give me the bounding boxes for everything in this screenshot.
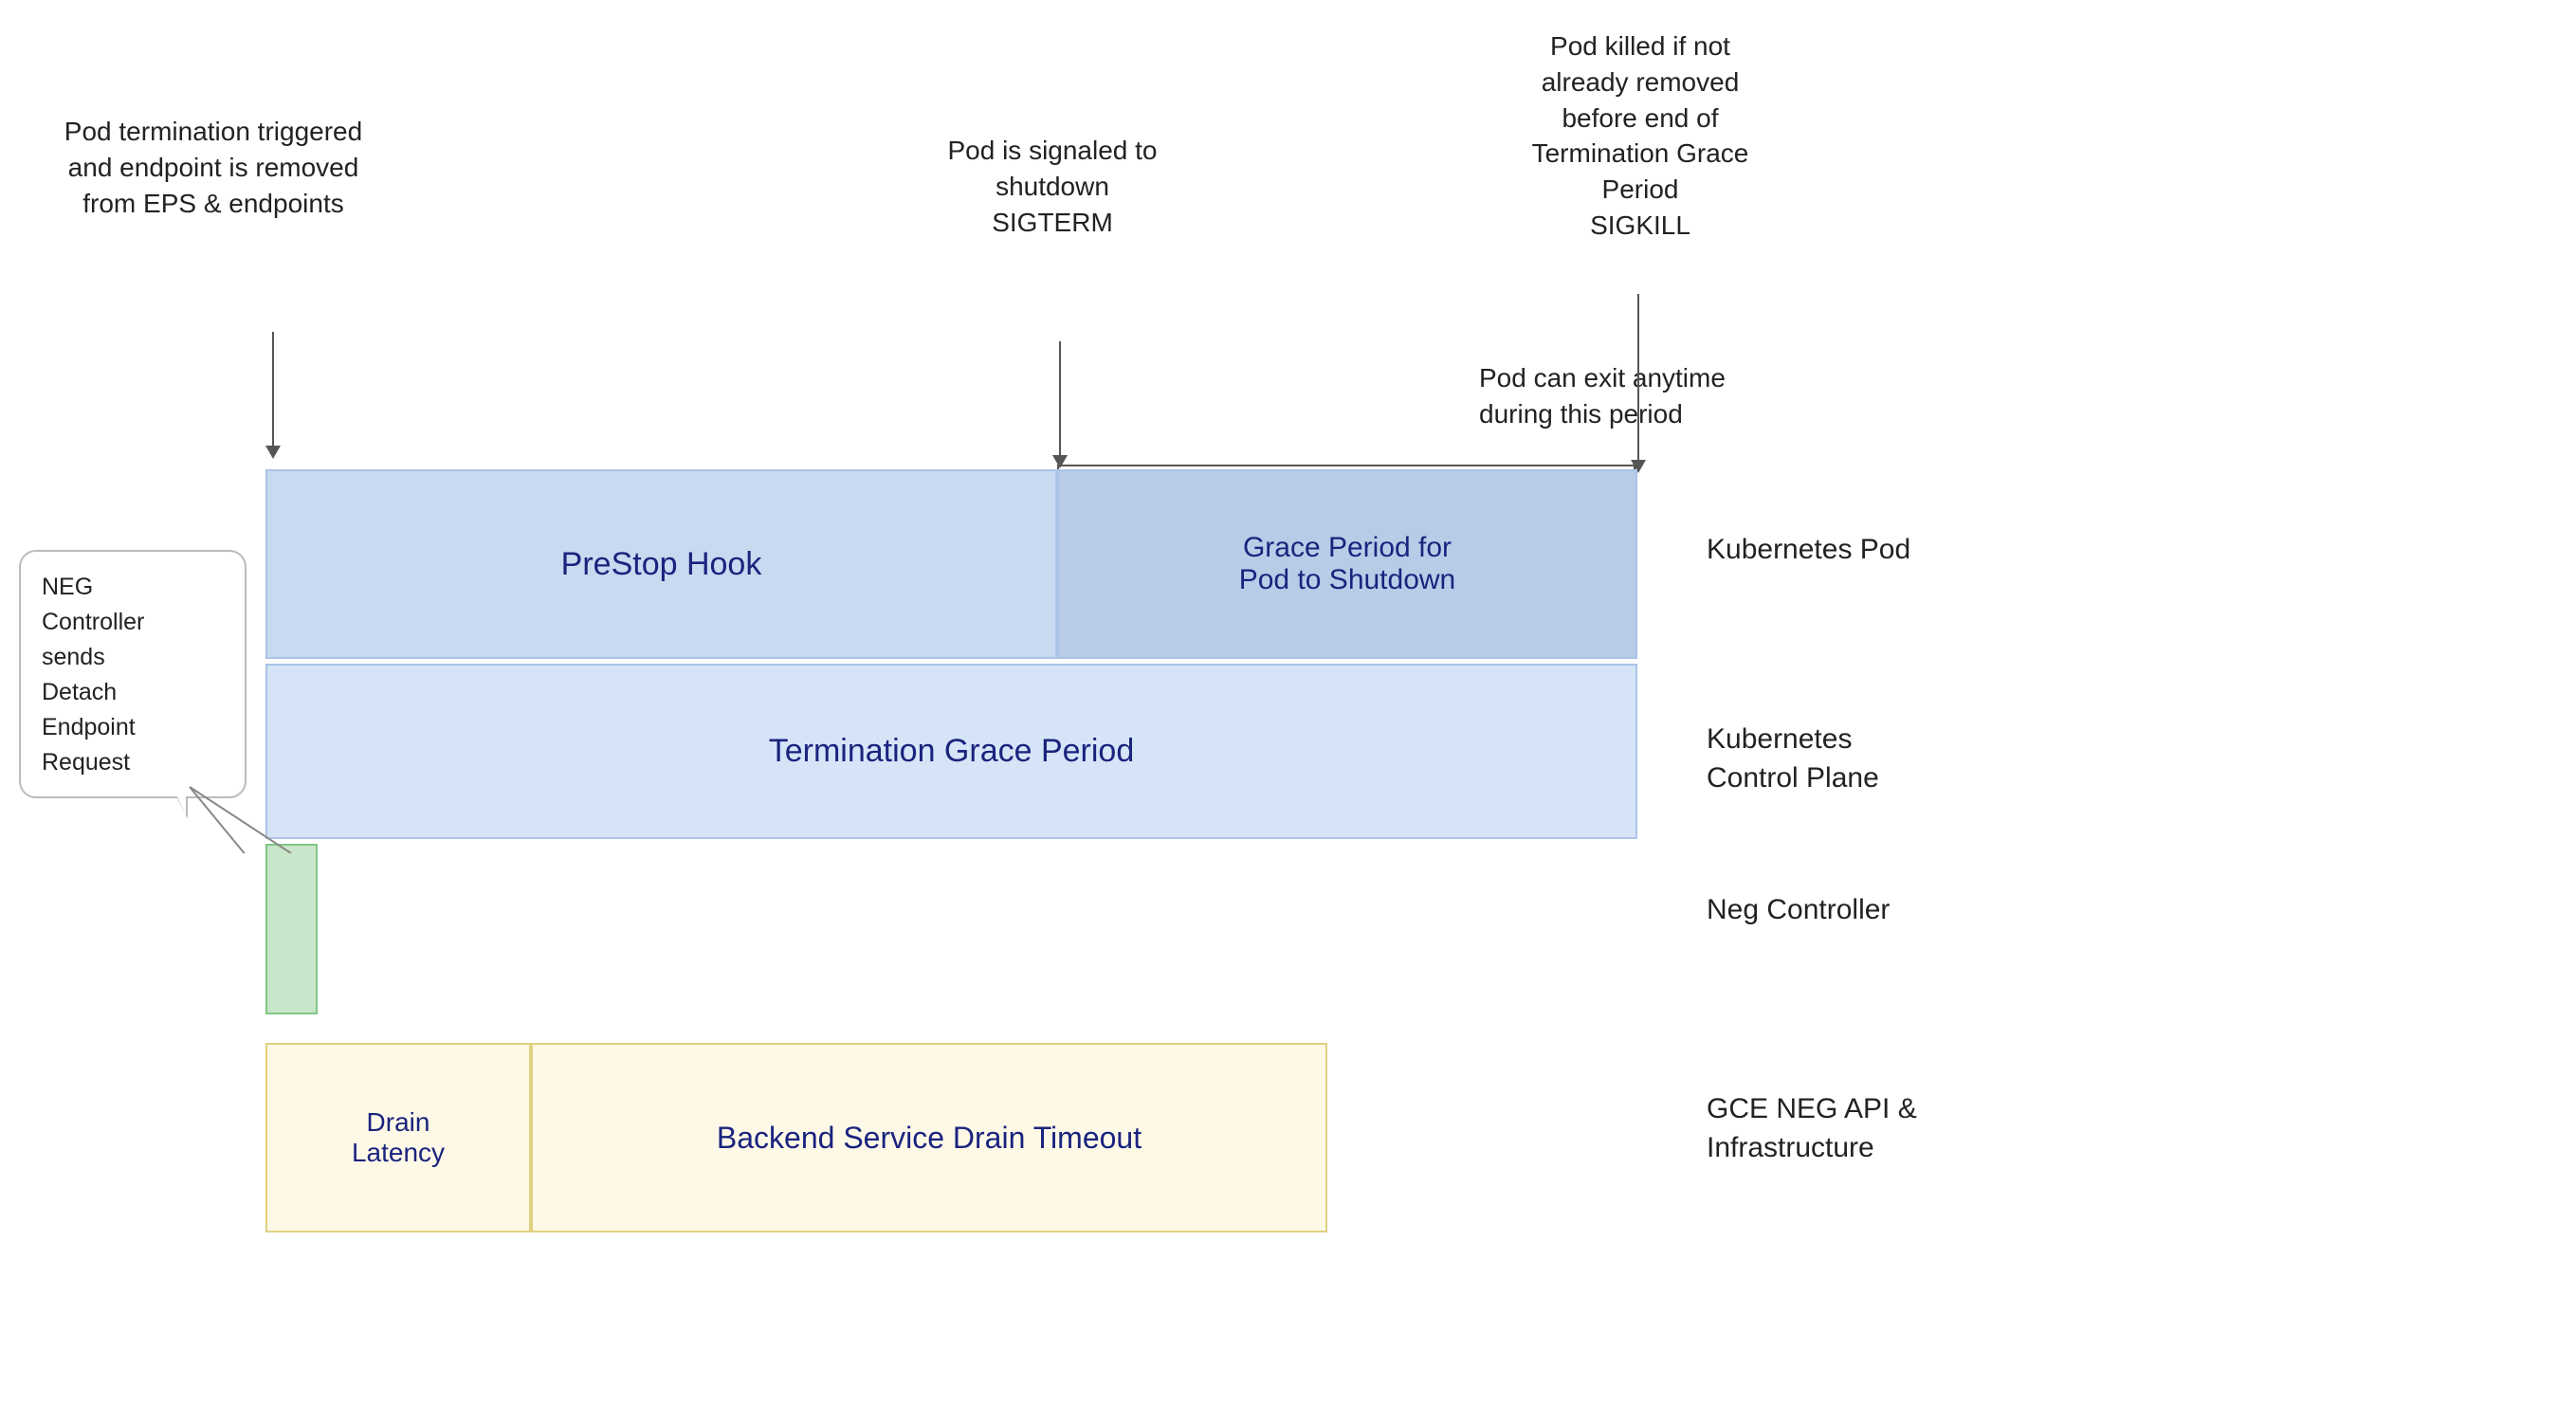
block-termination-grace: Termination Grace Period xyxy=(265,664,1637,839)
block-backend-drain: Backend Service Drain Timeout xyxy=(531,1043,1327,1233)
block-drain-latency: Drain Latency xyxy=(265,1043,531,1233)
bracket-top xyxy=(1057,465,1635,466)
label-kubernetes-control: Kubernetes Control Plane xyxy=(1707,721,1879,797)
block-grace-period: Grace Period for Pod to Shutdown xyxy=(1057,469,1637,659)
neg-bubble: NEG Controller sends Detach Endpoint Req… xyxy=(19,550,247,798)
block-prestop: PreStop Hook xyxy=(265,469,1057,659)
label-neg-controller: Neg Controller xyxy=(1707,891,1890,930)
arrow-pod-signaled xyxy=(1052,341,1068,468)
label-gce-neg: GCE NEG API & Infrastructure xyxy=(1707,1090,1917,1167)
annotation-pod-can-exit: Pod can exit anytime during this period xyxy=(1479,360,1820,432)
block-neg-green xyxy=(265,844,318,1014)
annotation-pod-signaled: Pod is signaled to shutdown SIGTERM xyxy=(901,133,1204,240)
arrow-pod-killed xyxy=(1631,294,1646,473)
annotation-pod-termination: Pod termination triggered and endpoint i… xyxy=(47,114,379,221)
arrow-pod-termination xyxy=(265,332,281,459)
label-kubernetes-pod: Kubernetes Pod xyxy=(1707,531,1910,570)
annotation-pod-killed: Pod killed if not already removed before… xyxy=(1460,28,1820,244)
diagram-container: Pod termination triggered and endpoint i… xyxy=(0,0,2576,1406)
